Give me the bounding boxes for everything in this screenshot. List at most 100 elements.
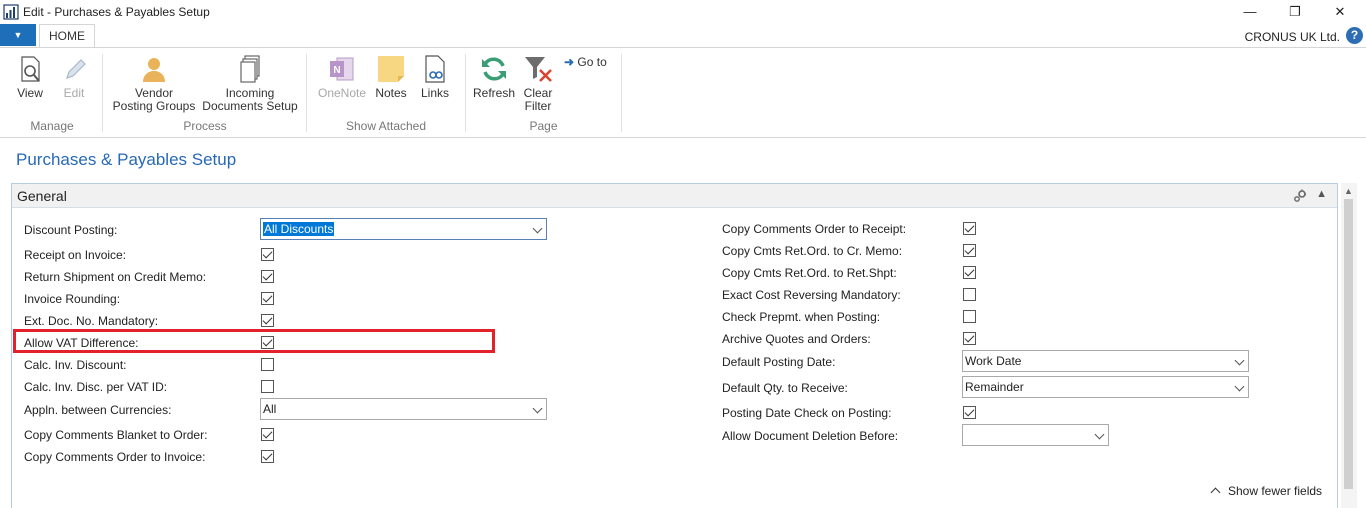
field-label-copy-cmts-ret-ord-to-ret-shpt: Copy Cmts Ret.Ord. to Ret.Shpt: (722, 266, 897, 280)
ribbon-group-page: Refresh Clear Filter ➜ Go to Page (466, 48, 621, 137)
select-value: Work Date (965, 354, 1022, 368)
show-fewer-fields-link[interactable]: Show fewer fields (1210, 484, 1323, 498)
select-value: Remainder (965, 380, 1024, 394)
field-label-appln-between-currencies: Appln. between Currencies: (24, 403, 172, 417)
highlight-annotation-box (13, 329, 495, 353)
field-label-allow-document-deletion-before: Allow Document Deletion Before: (722, 429, 899, 443)
edit-button[interactable]: Edit (56, 54, 92, 100)
field-label-return-shipment-on-credit-memo: Return Shipment on Credit Memo: (24, 270, 207, 284)
chevron-down-icon[interactable] (532, 223, 543, 234)
clear-filter-button[interactable]: Clear Filter (518, 54, 558, 113)
field-label-invoice-rounding: Invoice Rounding: (24, 292, 121, 306)
edit-label: Edit (63, 86, 85, 100)
onenote-button[interactable]: N OneNote (315, 54, 369, 100)
group-label-page: Page (529, 119, 558, 133)
company-name[interactable]: CRONUS UK Ltd. (1245, 30, 1340, 44)
links-button[interactable]: Links (415, 54, 455, 100)
refresh-label: Refresh (472, 86, 516, 100)
select-default-posting-date[interactable]: Work Date (962, 350, 1249, 372)
group-label-show-attached: Show Attached (345, 119, 427, 133)
select-appln-between-currencies[interactable]: All (260, 398, 547, 420)
checkbox-posting-date-check-on-posting[interactable] (963, 406, 976, 419)
field-label-copy-comments-blanket-to-order: Copy Comments Blanket to Order: (24, 428, 208, 442)
ribbon-group-process: Vendor Posting Groups Incoming Documents… (103, 48, 307, 137)
vendor-posting-groups-button[interactable]: Vendor Posting Groups (109, 54, 199, 113)
show-fewer-label: Show fewer fields (1228, 484, 1323, 498)
checkbox-copy-comments-order-to-invoice[interactable] (261, 450, 274, 463)
ribbon-group-manage: View Edit Manage (0, 48, 104, 137)
edit-pencil-icon (66, 59, 86, 79)
clear-filter-label-2: Filter (524, 99, 552, 113)
svg-text:N: N (333, 65, 340, 76)
links-icon (425, 55, 445, 83)
general-title: General (17, 188, 67, 204)
chevron-down-icon[interactable] (1234, 381, 1245, 392)
vertical-scrollbar[interactable]: ▲ (1341, 183, 1357, 508)
vendor-person-icon (143, 58, 165, 82)
view-icon (21, 56, 40, 82)
notes-button[interactable]: Notes (371, 54, 411, 100)
view-label: View (17, 86, 43, 100)
window-title: Edit - Purchases & Payables Setup (23, 5, 210, 19)
checkbox-invoice-rounding[interactable] (261, 292, 274, 305)
field-label-exact-cost-reversing-mandatory: Exact Cost Reversing Mandatory: (722, 288, 901, 302)
field-label-check-prepmt-when-posting: Check Prepmt. when Posting: (722, 310, 881, 324)
checkbox-calc-inv-disc-per-vat-id[interactable] (261, 380, 274, 393)
field-label-ext-doc-no-mandatory: Ext. Doc. No. Mandatory: (24, 314, 159, 328)
collapse-chevron-icon[interactable]: ▲ (1316, 188, 1327, 200)
select-allow-document-deletion-before[interactable] (962, 424, 1109, 446)
view-button[interactable]: View (12, 54, 48, 100)
go-to-label: Go to (577, 55, 607, 69)
vendor-posting-groups-label-1: Vendor (134, 86, 174, 100)
field-label-calc-inv-disc-per-vat-id: Calc. Inv. Disc. per VAT ID: (24, 380, 168, 394)
checkbox-copy-cmts-ret-ord-to-cr-memo[interactable] (963, 244, 976, 257)
checkbox-copy-comments-blanket-to-order[interactable] (261, 428, 274, 441)
minimize-icon[interactable]: — (1237, 2, 1263, 22)
select-discount-posting[interactable]: All Discounts (260, 218, 547, 240)
field-label-copy-comments-order-to-invoice: Copy Comments Order to Invoice: (24, 450, 206, 464)
chevron-down-icon[interactable] (1094, 429, 1105, 440)
field-label-default-qty-to-receive: Default Qty. to Receive: (722, 381, 848, 395)
incoming-docs-label-1: Incoming (225, 86, 275, 100)
checkbox-archive-quotes-and-orders[interactable] (963, 332, 976, 345)
checkbox-return-shipment-on-credit-memo[interactable] (261, 270, 274, 283)
tab-home[interactable]: HOME (39, 24, 95, 48)
checkbox-exact-cost-reversing-mandatory[interactable] (963, 288, 976, 301)
scroll-up-icon[interactable]: ▲ (1344, 186, 1353, 196)
ribbon: View Edit Manage Vendor Posting Groups I… (0, 47, 1366, 138)
close-icon[interactable]: ✕ (1327, 2, 1353, 22)
field-label-calc-inv-discount: Calc. Inv. Discount: (24, 358, 127, 372)
general-header[interactable]: General ▲ (12, 184, 1337, 208)
app-menu-button[interactable]: ▼ (0, 24, 36, 46)
documents-icon (240, 55, 260, 83)
checkbox-copy-comments-order-to-receipt[interactable] (963, 222, 976, 235)
maximize-icon[interactable]: ❐ (1282, 2, 1308, 22)
refresh-button[interactable]: Refresh (472, 54, 516, 100)
chevron-down-icon[interactable] (1234, 355, 1245, 366)
checkbox-calc-inv-discount[interactable] (261, 358, 274, 371)
checkbox-check-prepmt-when-posting[interactable] (963, 310, 976, 323)
checkbox-copy-cmts-ret-ord-to-ret-shpt[interactable] (963, 266, 976, 279)
incoming-docs-label-2: Documents Setup (202, 99, 298, 113)
checkbox-receipt-on-invoice[interactable] (261, 248, 274, 261)
select-default-qty-to-receive[interactable]: Remainder (962, 376, 1249, 398)
checkbox-ext-doc-no-mandatory[interactable] (261, 314, 274, 327)
ribbon-group-show-attached: N OneNote Notes Links Show Attached (307, 48, 465, 137)
ribbon-tab-bar: ▼ HOME CRONUS UK Ltd. ? (0, 24, 1366, 48)
field-label-copy-cmts-ret-ord-to-cr-memo: Copy Cmts Ret.Ord. to Cr. Memo: (722, 244, 903, 258)
help-icon[interactable]: ? (1346, 27, 1363, 44)
group-label-process: Process (183, 119, 227, 133)
refresh-icon (482, 57, 506, 81)
incoming-documents-setup-button[interactable]: Incoming Documents Setup (202, 54, 298, 113)
field-label-archive-quotes-and-orders: Archive Quotes and Orders: (722, 332, 871, 346)
page-title: Purchases & Payables Setup (16, 150, 237, 169)
vendor-posting-groups-label-2: Posting Groups (112, 99, 196, 113)
ribbon-separator (621, 54, 622, 132)
gear-icon[interactable] (1293, 189, 1307, 203)
chevron-down-icon[interactable] (532, 403, 543, 414)
arrow-right-icon: ➜ (564, 55, 575, 69)
scrollbar-thumb[interactable] (1344, 199, 1353, 489)
go-to-button[interactable]: ➜ Go to (564, 56, 614, 69)
field-label-copy-comments-order-to-receipt: Copy Comments Order to Receipt: (722, 222, 907, 236)
clear-filter-icon (525, 57, 552, 82)
